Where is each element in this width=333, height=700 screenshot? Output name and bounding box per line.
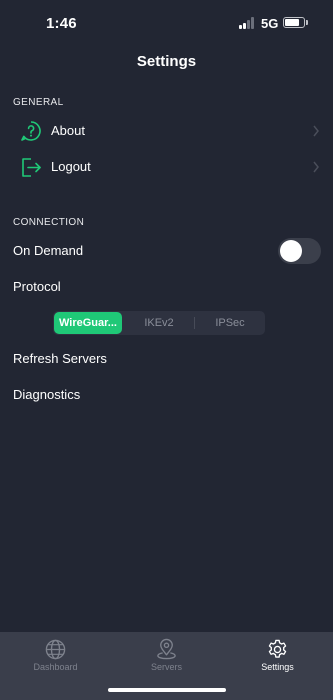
network-type: 5G — [261, 16, 279, 31]
tab-settings[interactable]: Settings — [222, 632, 333, 682]
about-row[interactable]: About — [0, 113, 333, 149]
protocol-label: Protocol — [13, 279, 61, 294]
protocol-segmented-control: WireGuar... IKEv2 IPSec — [53, 311, 265, 335]
tab-settings-label: Settings — [261, 662, 294, 672]
chevron-right-icon — [313, 125, 319, 137]
gear-icon — [268, 639, 287, 658]
on-demand-toggle[interactable] — [278, 238, 321, 264]
tab-dashboard[interactable]: Dashboard — [0, 632, 111, 682]
protocol-option-ikev2[interactable]: IKEv2 — [124, 311, 194, 335]
question-circle-icon — [21, 121, 41, 141]
protocol-row: Protocol — [0, 269, 333, 305]
logout-row[interactable]: Logout — [0, 149, 333, 185]
about-label: About — [51, 123, 85, 138]
on-demand-label: On Demand — [13, 243, 84, 258]
settings-screen: 1:46 5G Settings GENERAL About Logout CO… — [0, 0, 333, 700]
toggle-knob — [280, 240, 302, 262]
protocol-option-ipsec[interactable]: IPSec — [195, 311, 265, 335]
section-header-connection: CONNECTION — [13, 217, 85, 228]
diagnostics-label: Diagnostics — [13, 387, 81, 402]
status-time: 1:46 — [46, 15, 77, 32]
tab-dashboard-label: Dashboard — [33, 662, 78, 672]
logout-label: Logout — [51, 159, 91, 174]
battery-cap — [306, 20, 308, 25]
protocol-option-wireguard[interactable]: WireGuar... — [54, 312, 122, 334]
section-header-general: GENERAL — [13, 97, 64, 108]
chevron-right-icon — [313, 161, 319, 173]
page-title: Settings — [136, 53, 197, 70]
diagnostics-row[interactable]: Diagnostics — [0, 377, 333, 413]
tab-servers[interactable]: Servers — [111, 632, 222, 682]
home-indicator — [108, 688, 226, 692]
location-pin-icon — [157, 638, 176, 660]
battery-icon — [283, 17, 305, 28]
status-bar: 1:46 5G — [0, 0, 333, 46]
globe-icon — [45, 639, 66, 660]
signal-strength-icon — [239, 17, 256, 29]
logout-icon — [22, 158, 41, 177]
refresh-servers-label: Refresh Servers — [13, 351, 107, 366]
refresh-servers-row[interactable]: Refresh Servers — [0, 341, 333, 377]
tab-servers-label: Servers — [150, 662, 182, 672]
